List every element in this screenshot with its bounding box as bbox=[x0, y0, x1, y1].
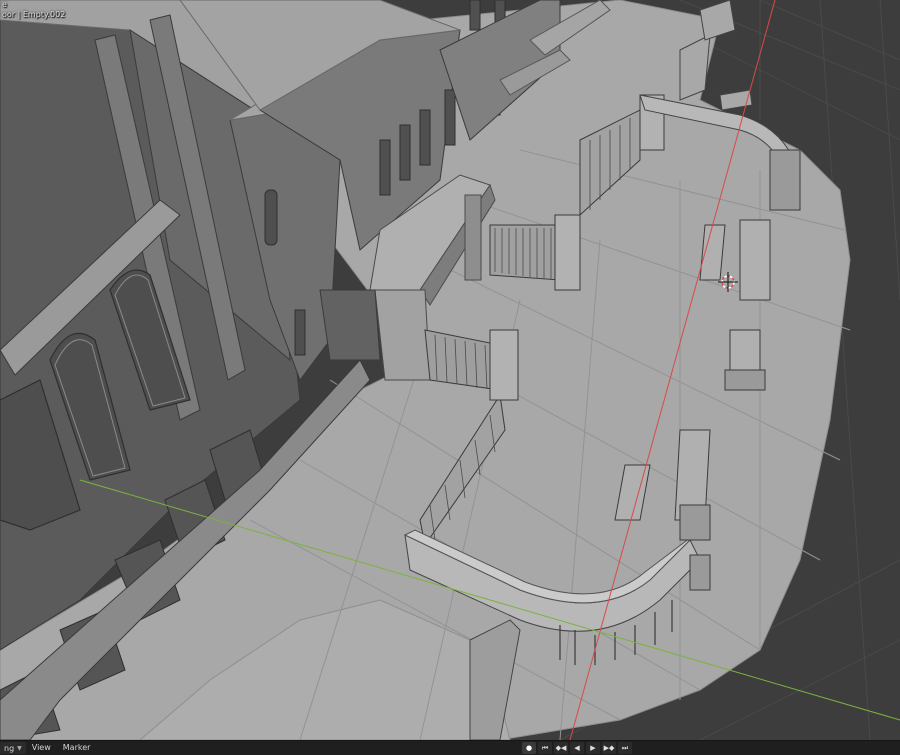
play-reverse-button[interactable]: ◀ bbox=[570, 742, 584, 754]
transport-controls: ● ⏮ ◆◀ ◀ ▶ ▶◆ ⏭ bbox=[522, 742, 632, 754]
portico-door bbox=[319, 289, 381, 361]
3d-viewport[interactable]: e oor | Empty.002 bbox=[0, 0, 900, 740]
prev-keyframe-button[interactable]: ◆◀ bbox=[554, 742, 568, 754]
play-button[interactable]: ▶ bbox=[586, 742, 600, 754]
next-keyframe-button[interactable]: ▶◆ bbox=[602, 742, 616, 754]
jump-end-button[interactable]: ⏭ bbox=[618, 742, 632, 754]
viewport-scene bbox=[0, 0, 900, 740]
chevron-down-icon: ▼ bbox=[17, 744, 22, 752]
record-button[interactable]: ● bbox=[522, 742, 536, 754]
jump-start-button[interactable]: ⏮ bbox=[538, 742, 552, 754]
viewport-collection-label: oor | Empty.002 bbox=[2, 10, 66, 19]
portico-pillar-left bbox=[374, 289, 431, 381]
playback-label: ng bbox=[4, 743, 15, 753]
menu-view[interactable]: View bbox=[26, 741, 57, 755]
playback-dropdown[interactable]: ng ▼ bbox=[0, 742, 26, 754]
portico-column bbox=[464, 194, 482, 281]
viewport-mode-label: e bbox=[2, 0, 7, 9]
menu-marker[interactable]: Marker bbox=[57, 741, 97, 755]
timeline-header: ng ▼ View Marker ● ⏮ ◆◀ ◀ ▶ ▶◆ ⏭ bbox=[0, 740, 900, 755]
